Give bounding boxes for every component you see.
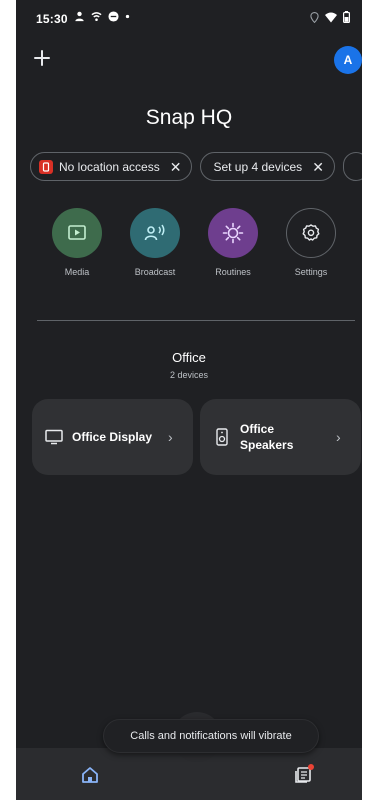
plus-icon xyxy=(34,50,50,66)
chevron-right-icon: › xyxy=(336,429,341,445)
routines-icon xyxy=(222,222,244,244)
settings-button[interactable]: Settings xyxy=(286,208,336,277)
chevron-right-icon: › xyxy=(168,429,173,445)
home-icon xyxy=(82,767,98,783)
dot-icon xyxy=(125,14,130,19)
chip-overflow[interactable] xyxy=(342,152,362,181)
feed-icon xyxy=(295,764,314,783)
nav-feed[interactable] xyxy=(292,762,316,786)
display-icon xyxy=(44,427,64,447)
action-label: Routines xyxy=(215,267,251,277)
close-icon[interactable]: ✕ xyxy=(312,160,324,174)
speaker-icon xyxy=(212,427,232,447)
location-off-icon xyxy=(39,159,53,174)
messaging-icon xyxy=(108,11,119,22)
settings-circle xyxy=(286,208,336,258)
action-label: Settings xyxy=(294,267,328,277)
account-avatar[interactable]: A xyxy=(334,46,362,74)
chip-label: No location access xyxy=(59,159,160,174)
device-name: Office Speakers xyxy=(240,421,293,453)
app-screen: 15:30 A Snap HQ No location access ✕ Set… xyxy=(16,0,362,800)
media-circle xyxy=(52,208,102,258)
device-card-office-speakers[interactable]: Office Speakers › xyxy=(200,399,361,475)
quick-actions: Media Broadcast Routines Settings xyxy=(52,208,336,277)
media-button[interactable]: Media xyxy=(52,208,102,277)
person-icon xyxy=(75,11,84,22)
location-icon xyxy=(310,11,319,23)
routines-button[interactable]: Routines xyxy=(208,208,258,277)
media-icon xyxy=(68,225,86,240)
chip-label: Set up 4 devices xyxy=(213,159,303,174)
close-icon[interactable]: ✕ xyxy=(170,160,182,174)
action-label: Broadcast xyxy=(134,267,176,277)
avatar-initial: A xyxy=(343,53,353,67)
settings-icon xyxy=(302,224,320,241)
status-right-icons xyxy=(310,11,350,23)
battery-icon xyxy=(343,11,350,23)
room-title: Office xyxy=(172,350,206,365)
divider xyxy=(37,320,355,321)
wifi-icon xyxy=(325,12,337,22)
broadcast-circle xyxy=(130,208,180,258)
toast-message: Calls and notifications will vibrate xyxy=(103,719,319,753)
wifi-calling-icon xyxy=(91,12,102,21)
chip-set-up-devices[interactable]: Set up 4 devices ✕ xyxy=(200,152,335,181)
nav-home[interactable] xyxy=(80,765,100,785)
status-bar: 15:30 xyxy=(16,0,362,36)
chip-no-location-access[interactable]: No location access ✕ xyxy=(30,152,193,181)
notification-badge xyxy=(308,764,314,770)
device-name-line1: Office xyxy=(240,422,275,436)
status-time: 15:30 xyxy=(36,12,68,26)
routines-circle xyxy=(208,208,258,258)
action-label: Media xyxy=(64,267,90,277)
broadcast-button[interactable]: Broadcast xyxy=(130,208,180,277)
status-left-icons xyxy=(74,11,130,22)
device-name: Office Display xyxy=(72,430,153,444)
suggestion-chips: No location access ✕ Set up 4 devices ✕ xyxy=(30,152,362,181)
home-title: Snap HQ xyxy=(145,106,233,129)
broadcast-icon xyxy=(144,224,165,241)
device-card-office-display[interactable]: Office Display › xyxy=(32,399,193,475)
device-name-line2: Speakers xyxy=(240,438,294,452)
room-device-count: 2 devices xyxy=(169,370,209,380)
add-button[interactable] xyxy=(32,48,52,68)
